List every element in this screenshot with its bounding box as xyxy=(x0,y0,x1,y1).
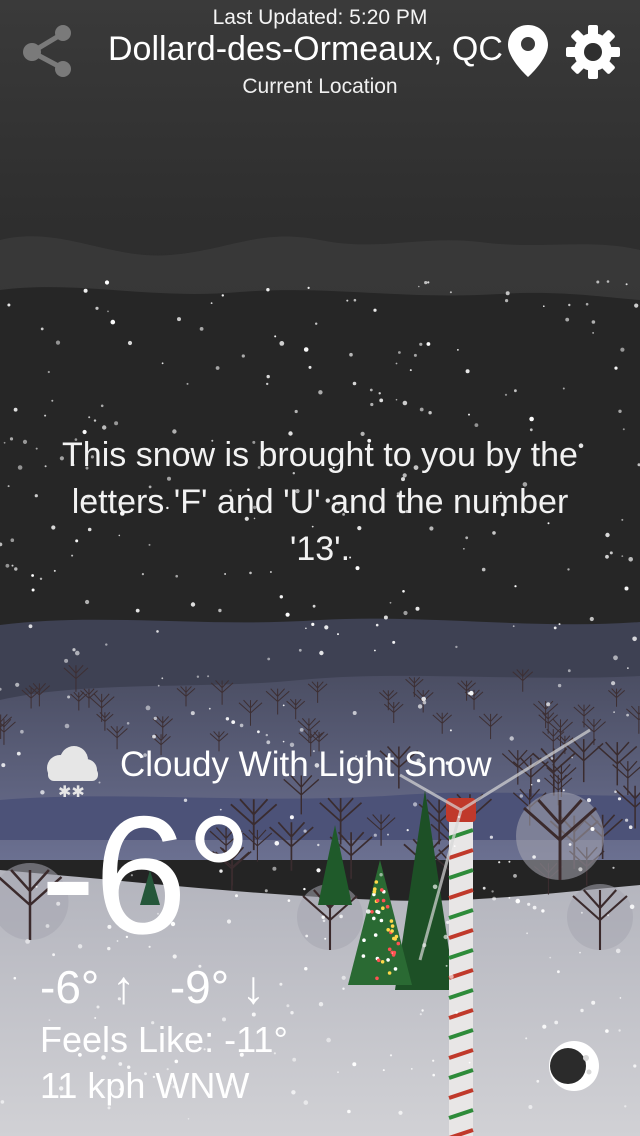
feels-like: Feels Like: -11° xyxy=(40,1019,288,1060)
condition-text: Cloudy With Light Snow xyxy=(120,745,492,784)
high-low: -6° ↑ -9° ↓ xyxy=(40,960,265,1014)
city-name[interactable]: Dollard-des-Ormeaux, QC xyxy=(108,30,528,69)
current-temperature: -6° xyxy=(40,781,253,969)
moon-phase-button[interactable] xyxy=(546,1038,602,1094)
low-temperature: -9° ↓ xyxy=(169,961,265,1013)
high-temperature: -6° ↑ xyxy=(40,961,136,1013)
moon-phase-icon xyxy=(549,1041,599,1091)
settings-button[interactable] xyxy=(563,22,623,82)
share-icon xyxy=(23,25,71,77)
location-pin-icon xyxy=(508,25,548,77)
fun-message: This snow is brought to you by the lette… xyxy=(62,436,578,568)
gear-icon xyxy=(566,25,620,79)
wind-speed: 11 kph WNW xyxy=(40,1065,250,1106)
location-button[interactable] xyxy=(505,22,551,80)
share-button[interactable] xyxy=(18,22,76,80)
